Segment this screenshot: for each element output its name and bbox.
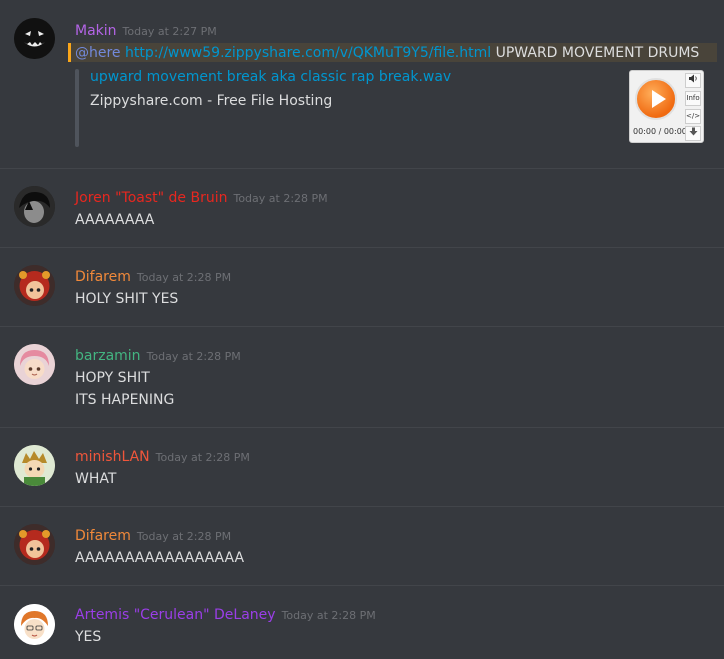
message-artemis: Artemis "Cerulean" DeLaney Today at 2:28 … <box>0 585 724 659</box>
avatar[interactable] <box>14 344 55 385</box>
message-joren: Joren "Toast" de Bruin Today at 2:28 PM A… <box>0 168 724 248</box>
avatar-image <box>14 604 55 645</box>
username-text[interactable]: Joren "Toast" de Bruin <box>75 190 227 206</box>
timestamp: Today at 2:28 PM <box>281 609 376 622</box>
timestamp: Today at 2:28 PM <box>136 530 232 543</box>
embed-title-link[interactable]: upward movement break aka classic rap br… <box>90 69 451 85</box>
avatar-image <box>14 18 55 59</box>
message-barzamin: barzamin Today at 2:28 PM HOPY SHIT ITS H… <box>0 326 724 428</box>
username-text[interactable]: Artemis "Cerulean" DeLaney <box>75 607 276 623</box>
avatar-image <box>14 445 55 486</box>
username-text[interactable]: Difarem <box>75 269 131 285</box>
info-button[interactable]: Info <box>685 91 701 106</box>
timestamp: Today at 2:27 PM <box>122 25 217 38</box>
message-text: ITS HAPENING <box>75 392 175 408</box>
timestamp: Today at 2:28 PM <box>233 192 328 205</box>
username-text[interactable]: Makin <box>75 23 117 39</box>
play-icon[interactable] <box>635 78 677 120</box>
message-makin: Makin Today at 2:27 PM @here http://www59… <box>0 0 724 168</box>
avatar-image <box>14 186 55 227</box>
username[interactable]: Difarem Today at 2:28 PM <box>75 528 231 544</box>
avatar-image <box>14 265 55 306</box>
volume-icon[interactable] <box>685 73 701 88</box>
message-text: HOPY SHIT <box>75 370 150 386</box>
avatar[interactable] <box>14 186 55 227</box>
username[interactable]: Makin Today at 2:27 PM <box>75 23 217 39</box>
username[interactable]: minishLAN Today at 2:28 PM <box>75 449 250 465</box>
avatar-image <box>14 344 55 385</box>
username[interactable]: Difarem Today at 2:28 PM <box>75 269 231 285</box>
username-text[interactable]: minishLAN <box>75 449 150 465</box>
download-icon[interactable] <box>685 126 701 141</box>
timestamp: Today at 2:28 PM <box>136 271 232 284</box>
message-text: HOLY SHIT YES <box>75 291 179 307</box>
avatar-image <box>14 524 55 565</box>
timestamp: Today at 2:28 PM <box>146 350 241 363</box>
audio-player[interactable]: 00:00 / 00:00 Info </> <box>629 70 704 143</box>
avatar[interactable] <box>14 604 55 645</box>
here-mention[interactable]: @here <box>75 45 121 61</box>
message-content: @here http://www59.zippyshare.com/v/QKMu… <box>75 45 699 61</box>
username[interactable]: Joren "Toast" de Bruin Today at 2:28 PM <box>75 190 328 206</box>
username[interactable]: Artemis "Cerulean" DeLaney Today at 2:28 … <box>75 607 376 623</box>
avatar[interactable] <box>14 265 55 306</box>
message-difarem: Difarem Today at 2:28 PM AAAAAAAAAAAAAAAA… <box>0 506 724 586</box>
avatar[interactable] <box>14 18 55 59</box>
message-minishlan: minishLAN Today at 2:28 PM WHAT <box>0 427 724 507</box>
file-link[interactable]: http://www59.zippyshare.com/v/QKMuT9Y5/f… <box>125 45 491 61</box>
avatar[interactable] <box>14 524 55 565</box>
avatar[interactable] <box>14 445 55 486</box>
username-text[interactable]: barzamin <box>75 348 141 364</box>
message-text: AAAAAAAA <box>75 212 155 228</box>
message-text: WHAT <box>75 471 117 487</box>
embed-provider: Zippyshare.com - Free File Hosting <box>90 93 333 109</box>
message-text: YES <box>75 629 102 645</box>
message-difarem: Difarem Today at 2:28 PM HOLY SHIT YES <box>0 247 724 327</box>
username-text[interactable]: Difarem <box>75 528 131 544</box>
embed-accent-bar <box>75 69 79 147</box>
player-time: 00:00 / 00:00 <box>633 127 687 136</box>
username[interactable]: barzamin Today at 2:28 PM <box>75 348 241 364</box>
message-text: AAAAAAAAAAAAAAAAA <box>75 550 245 566</box>
embed-code-button[interactable]: </> <box>685 109 701 124</box>
message-text: UPWARD MOVEMENT DRUMS <box>491 45 700 61</box>
timestamp: Today at 2:28 PM <box>155 451 250 464</box>
